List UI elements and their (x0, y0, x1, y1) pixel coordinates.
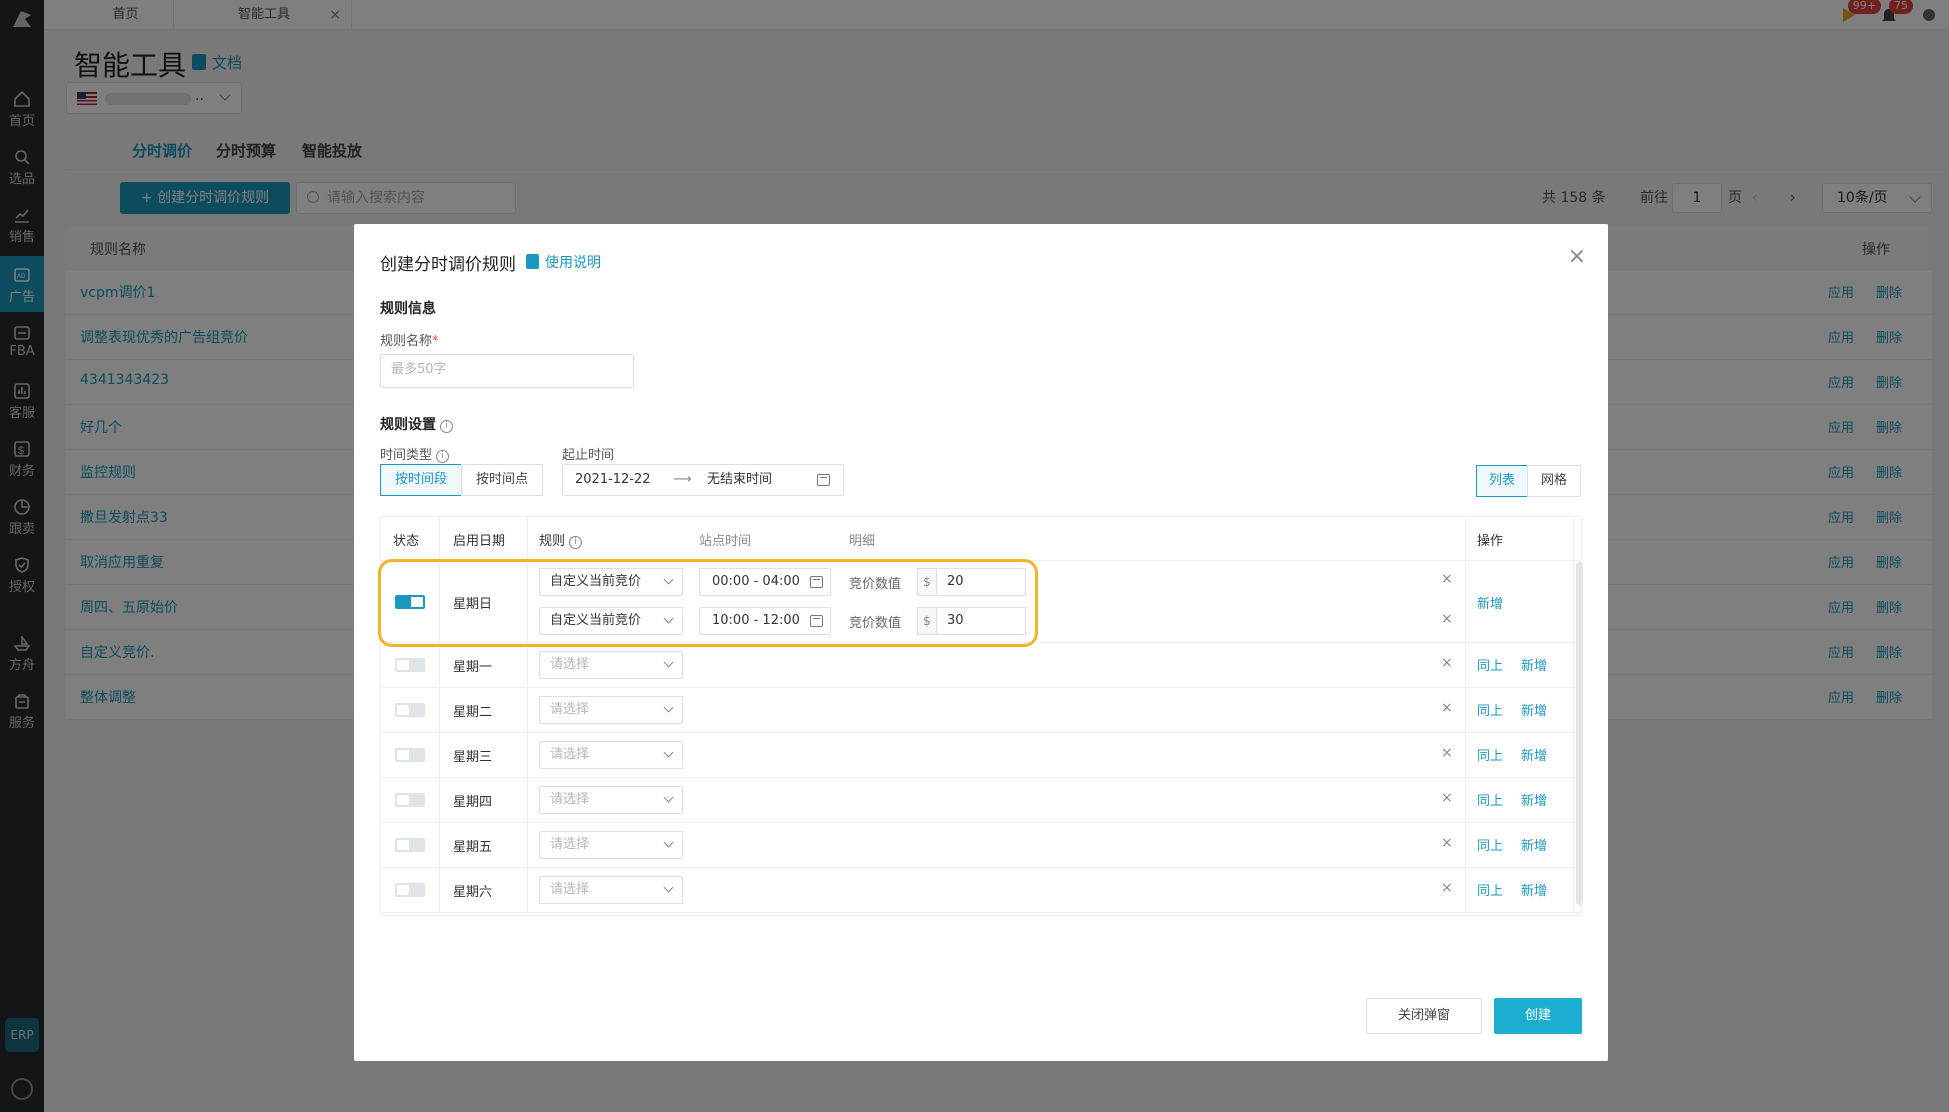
scrollbar[interactable] (1576, 562, 1583, 905)
add-button[interactable]: 新增 (1521, 700, 1547, 719)
rule-select-placeholder: 请选择 (550, 837, 590, 852)
day-label: 星期二 (453, 705, 493, 720)
col-detail: 明细 (849, 534, 876, 549)
close-modal-button[interactable]: 关闭弹窗 (1366, 998, 1482, 1034)
help-link[interactable]: 使用说明 (526, 252, 601, 272)
add-button[interactable]: 新增 (1521, 745, 1547, 764)
chevron-down-icon (663, 792, 674, 803)
col-ops: 操作 (1477, 534, 1504, 549)
copy-above-button[interactable]: 同上 (1477, 700, 1503, 719)
copy-above-button[interactable]: 同上 (1477, 835, 1503, 854)
close-icon[interactable]: × (1568, 244, 1586, 269)
remove-entry-icon[interactable]: × (1441, 745, 1453, 761)
add-button[interactable]: 新增 (1521, 790, 1547, 809)
remove-entry-icon[interactable]: × (1441, 790, 1453, 806)
remove-entry-icon[interactable]: × (1441, 880, 1453, 896)
remove-entry-icon[interactable]: × (1441, 655, 1453, 671)
date-range-picker[interactable]: 2021-12-22 ⟶ 无结束时间 (562, 464, 844, 496)
book-icon (526, 254, 539, 269)
rule-name-input[interactable]: 最多50字 (380, 354, 634, 388)
rule-select[interactable]: 请选择 (539, 831, 683, 859)
date-start: 2021-12-22 (575, 472, 651, 487)
date-range-label: 起止时间 (562, 448, 615, 463)
col-rule: 规则 i (539, 530, 583, 549)
section-rule-info: 规则信息 (380, 301, 436, 317)
copy-above-button[interactable]: 同上 (1477, 880, 1503, 899)
modal-title: 创建分时调价规则 (380, 255, 516, 275)
section-rule-settings-label: 规则设置 (380, 417, 436, 433)
day-label: 星期一 (453, 660, 493, 675)
rule-select-placeholder: 请选择 (550, 657, 590, 672)
copy-above-button[interactable]: 同上 (1477, 655, 1503, 674)
grid-header: 状态 启用日期 规则 i 站点时间 明细 操作 (381, 517, 1581, 561)
enable-toggle[interactable] (395, 658, 425, 672)
remove-entry-icon[interactable]: × (1441, 835, 1453, 851)
weekday-row: 星期二 请选择 × 同上 新增 (381, 688, 1581, 733)
enable-toggle[interactable] (395, 748, 425, 762)
required-mark: * (432, 334, 439, 349)
enable-toggle[interactable] (395, 793, 425, 807)
time-type-point[interactable]: 按时间点 (461, 464, 543, 496)
weekday-row: 星期三 请选择 × 同上 新增 (381, 733, 1581, 778)
info-icon[interactable]: i (436, 450, 450, 463)
rule-select-placeholder: 请选择 (550, 882, 590, 897)
enable-toggle[interactable] (395, 883, 425, 897)
help-link-label: 使用说明 (545, 255, 601, 271)
rule-select-placeholder: 请选择 (550, 702, 590, 717)
rule-select[interactable]: 请选择 (539, 786, 683, 814)
calendar-icon (817, 474, 830, 486)
rule-name-label: 规则名称* (380, 330, 439, 349)
rule-name-placeholder: 最多50字 (391, 362, 447, 377)
add-button[interactable]: 新增 (1521, 880, 1547, 899)
rule-select[interactable]: 请选择 (539, 651, 683, 679)
section-rule-settings: 规则设置 i (380, 414, 453, 434)
day-label: 星期四 (453, 795, 493, 810)
chevron-down-icon (663, 747, 674, 758)
weekday-row: 星期五 请选择 × 同上 新增 (381, 823, 1581, 868)
time-type-label-text: 时间类型 (380, 448, 433, 463)
info-icon[interactable]: i (440, 420, 453, 433)
rule-select[interactable]: 请选择 (539, 741, 683, 769)
chevron-down-icon (663, 657, 674, 668)
time-type-period[interactable]: 按时间段 (380, 464, 462, 496)
arrow-right-icon: ⟶ (673, 472, 692, 487)
remove-entry-icon[interactable]: × (1441, 571, 1453, 587)
remove-entry-icon[interactable]: × (1441, 700, 1453, 716)
view-list[interactable]: 列表 (1476, 465, 1528, 497)
add-button[interactable]: 新增 (1477, 593, 1503, 612)
col-date: 启用日期 (453, 534, 506, 549)
add-button[interactable]: 新增 (1521, 835, 1547, 854)
rule-select-placeholder: 请选择 (550, 747, 590, 762)
chevron-down-icon (663, 702, 674, 713)
time-type-label: 时间类型 i (380, 444, 450, 463)
rule-select-placeholder: 请选择 (550, 792, 590, 807)
add-button[interactable]: 新增 (1521, 655, 1547, 674)
view-grid[interactable]: 网格 (1527, 465, 1581, 497)
day-label: 星期五 (453, 840, 493, 855)
copy-above-button[interactable]: 同上 (1477, 745, 1503, 764)
day-label: 星期六 (453, 885, 493, 900)
day-label: 星期三 (453, 750, 493, 765)
chevron-down-icon (663, 882, 674, 893)
col-rule-label: 规则 (539, 534, 566, 549)
col-site-time: 站点时间 (699, 534, 752, 549)
rule-name-label-text: 规则名称 (380, 334, 433, 349)
col-status: 状态 (393, 534, 420, 549)
rule-select[interactable]: 请选择 (539, 876, 683, 904)
remove-entry-icon[interactable]: × (1441, 611, 1453, 627)
create-button[interactable]: 创建 (1494, 998, 1582, 1034)
highlight-box (378, 559, 1038, 647)
weekday-row: 星期四 请选择 × 同上 新增 (381, 778, 1581, 823)
weekday-row: 星期一 请选择 × 同上 新增 (381, 643, 1581, 688)
chevron-down-icon (663, 837, 674, 848)
enable-toggle[interactable] (395, 703, 425, 717)
date-end: 无结束时间 (707, 472, 773, 487)
info-icon[interactable]: i (569, 536, 583, 549)
copy-above-button[interactable]: 同上 (1477, 790, 1503, 809)
enable-toggle[interactable] (395, 838, 425, 852)
rule-select[interactable]: 请选择 (539, 696, 683, 724)
weekday-row: 星期六 请选择 × 同上 新增 (381, 868, 1581, 913)
